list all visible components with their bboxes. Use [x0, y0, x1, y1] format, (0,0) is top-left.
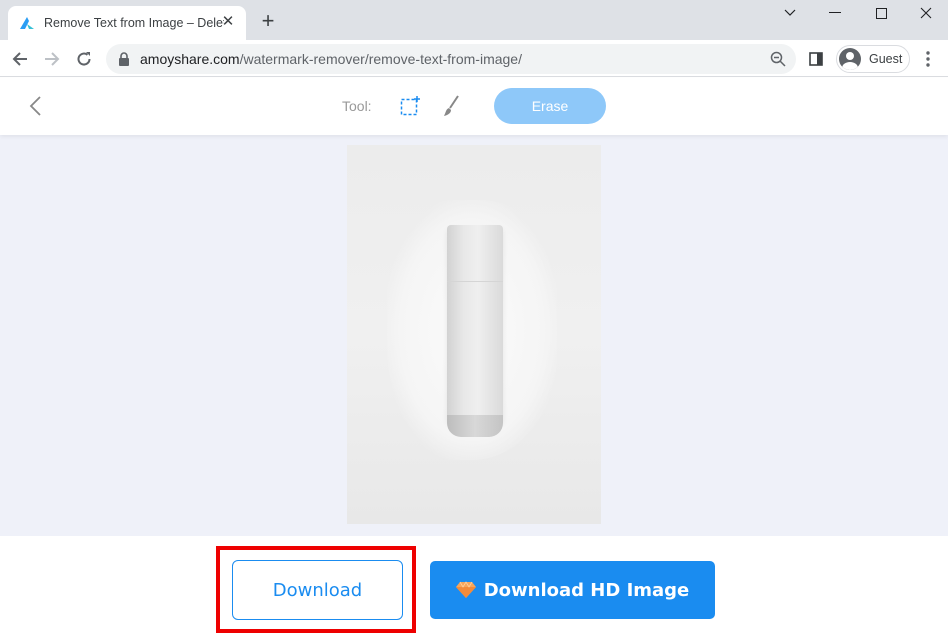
- profile-button[interactable]: Guest: [836, 45, 910, 73]
- lock-icon: [119, 52, 129, 66]
- download-hd-label: Download HD Image: [483, 579, 690, 601]
- amoyshare-favicon-icon: [20, 17, 34, 29]
- url-text: amoyshare.com/watermark-remover/remove-t…: [140, 51, 522, 67]
- browser-tabstrip: Remove Text from Image – Delete Text fro…: [0, 0, 948, 40]
- avatar-icon: [839, 48, 861, 70]
- image-canvas: [0, 135, 948, 536]
- minimize-icon[interactable]: [815, 0, 855, 26]
- bottle: [447, 225, 503, 420]
- rectangle-select-tool-icon[interactable]: [400, 96, 420, 116]
- more-menu-icon[interactable]: [922, 50, 934, 68]
- reload-icon[interactable]: [71, 46, 97, 72]
- editor-header: Tool: Erase: [0, 78, 948, 135]
- tab-title: Remove Text from Image – Delete Text fro…: [44, 16, 224, 30]
- tab-close-icon[interactable]: ✕: [220, 14, 236, 30]
- bottle-seam: [447, 281, 503, 282]
- tab-search-chevron-icon[interactable]: [770, 0, 810, 26]
- product-photo[interactable]: [347, 145, 601, 524]
- back-icon[interactable]: [7, 46, 33, 72]
- download-hd-button[interactable]: Download HD Image: [430, 561, 715, 619]
- browser-tab[interactable]: Remove Text from Image – Delete Text fro…: [8, 6, 246, 40]
- side-panel-icon[interactable]: [809, 52, 823, 66]
- download-footer: Download Download HD Image: [0, 536, 948, 642]
- profile-name: Guest: [869, 52, 903, 66]
- bottle-cap: [447, 415, 503, 437]
- zoom-out-icon[interactable]: [770, 51, 786, 67]
- brush-tool-icon[interactable]: [441, 95, 461, 117]
- browser-toolbar: amoyshare.com/watermark-remover/remove-t…: [0, 40, 948, 77]
- diamond-icon: [455, 581, 476, 598]
- new-tab-plus-icon[interactable]: +: [257, 10, 279, 32]
- address-bar[interactable]: amoyshare.com/watermark-remover/remove-t…: [106, 44, 796, 74]
- maximize-icon[interactable]: [861, 0, 901, 26]
- forward-icon[interactable]: [39, 46, 65, 72]
- tool-label: Tool:: [342, 98, 372, 114]
- back-chevron-icon[interactable]: [26, 94, 46, 118]
- download-button[interactable]: Download: [232, 560, 403, 620]
- close-window-icon[interactable]: [906, 0, 946, 26]
- erase-button[interactable]: Erase: [494, 88, 606, 124]
